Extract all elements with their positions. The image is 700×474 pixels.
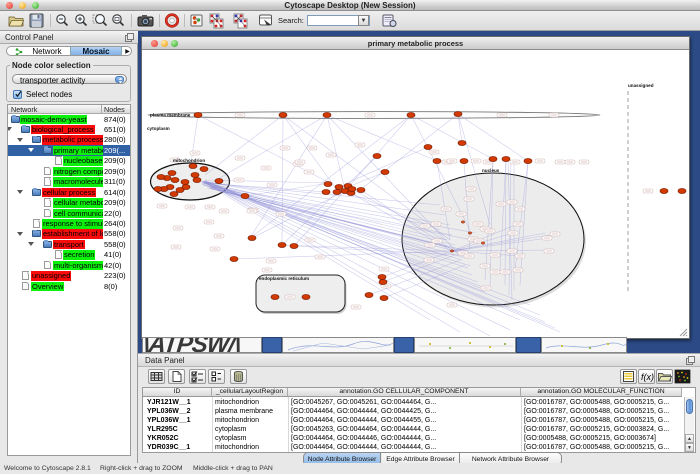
svg-text:nucleus: nucleus: [482, 168, 500, 173]
svg-text:cytoplasm: cytoplasm: [147, 126, 170, 131]
svg-text:plasma membrane: plasma membrane: [150, 113, 191, 118]
svg-text:unassigned: unassigned: [628, 83, 654, 88]
svg-text:mitochondrion: mitochondrion: [173, 158, 205, 163]
svg-text:endoplasmic reticulum: endoplasmic reticulum: [259, 276, 309, 281]
svg-text:f(x): f(x): [641, 372, 654, 382]
